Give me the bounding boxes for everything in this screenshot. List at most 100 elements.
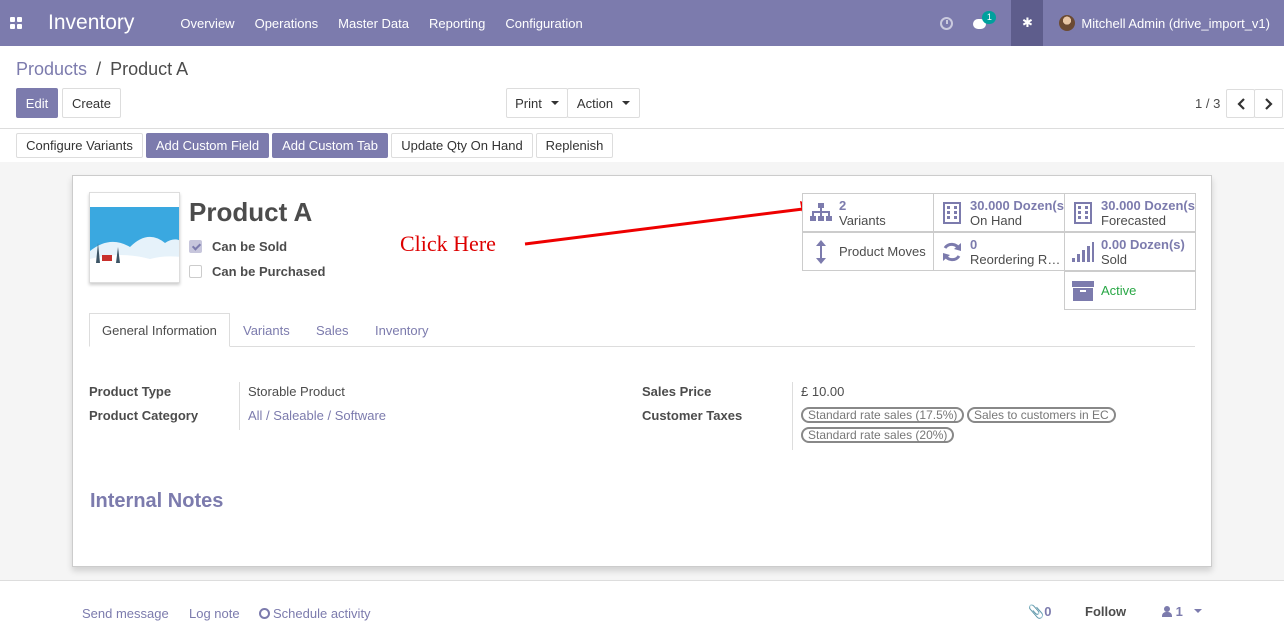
add-custom-field-button[interactable]: Add Custom Field	[146, 133, 269, 158]
product-name[interactable]: Product A	[189, 197, 312, 228]
configure-variants-button[interactable]: Configure Variants	[16, 133, 143, 158]
can-be-sold-checkbox[interactable]	[189, 240, 202, 253]
on-hand-smart-button[interactable]: 30.000 Dozen(s) On Hand	[933, 193, 1065, 232]
app-title[interactable]: Inventory	[48, 11, 134, 35]
bug-icon: ✱	[1021, 15, 1033, 30]
log-note-button[interactable]: Log note	[189, 606, 240, 621]
can-be-purchased-checkbox[interactable]	[189, 265, 202, 278]
annotation-arrow-icon	[524, 201, 819, 246]
followers-button[interactable]: 1	[1162, 604, 1203, 619]
menu-reporting[interactable]: Reporting	[429, 16, 485, 31]
tab-variants[interactable]: Variants	[243, 313, 290, 347]
product-image[interactable]	[89, 192, 180, 283]
menu-master-data[interactable]: Master Data	[338, 16, 409, 31]
variants-label: Variants	[839, 212, 886, 228]
active-toggle-button[interactable]: Active	[1064, 271, 1196, 310]
breadcrumb-current: Product A	[110, 59, 189, 79]
send-message-button[interactable]: Send message	[82, 606, 169, 621]
on-hand-label: On Hand	[970, 212, 1023, 228]
tax-tag[interactable]: Standard rate sales (17.5%)	[801, 407, 965, 423]
edit-button[interactable]: Edit	[16, 88, 58, 118]
tab-general-information[interactable]: General Information	[89, 313, 230, 347]
sold-smart-button[interactable]: 0.00 Dozen(s) Sold	[1064, 232, 1196, 271]
on-hand-unit: Dozen(s)	[1013, 197, 1064, 213]
sold-value: 0.00	[1101, 236, 1127, 252]
reordering-count: 0	[970, 236, 978, 252]
clock-icon	[259, 608, 270, 619]
schedule-activity-label: Schedule activity	[273, 606, 371, 621]
variants-count: 2	[839, 197, 847, 213]
on-hand-value: 30.000	[970, 197, 1010, 213]
top-navbar: Inventory Overview Operations Master Dat…	[0, 0, 1284, 46]
product-category-link[interactable]: All / Saleable / Software	[248, 408, 386, 423]
tab-sales[interactable]: Sales	[316, 313, 349, 347]
sold-label: Sold	[1101, 251, 1128, 267]
sales-price-field[interactable]: £ 10.00	[801, 384, 844, 399]
action-label: Action	[576, 95, 614, 111]
chevron-down-icon	[550, 101, 559, 105]
action-dropdown[interactable]: Action	[567, 88, 640, 118]
divider	[0, 580, 1284, 581]
divider	[0, 128, 1284, 129]
arrows-vertical-icon	[803, 239, 839, 264]
forecasted-smart-button[interactable]: 30.000 Dozen(s) Forecasted	[1064, 193, 1196, 232]
product-category-label: Product Category	[89, 408, 199, 423]
can-be-purchased-label: Can be Purchased	[212, 264, 326, 279]
reordering-rules-smart-button[interactable]: 0 Reordering Rules	[933, 232, 1065, 271]
follow-button[interactable]: Follow	[1085, 604, 1126, 619]
menu-operations[interactable]: Operations	[255, 16, 319, 31]
add-custom-tab-button[interactable]: Add Custom Tab	[272, 133, 388, 158]
can-be-sold-row: Can be Sold	[189, 239, 287, 254]
building-icon	[934, 201, 970, 224]
attachments-count: 0	[1044, 604, 1052, 619]
replenish-button[interactable]: Replenish	[536, 133, 613, 158]
print-dropdown[interactable]: Print	[506, 88, 568, 118]
user-menu[interactable]: Mitchell Admin (drive_import_v1)	[1081, 16, 1270, 31]
form-sheet: Product A Can be Sold Can be Purchased C…	[72, 175, 1212, 567]
can-be-purchased-row: Can be Purchased	[189, 264, 325, 279]
pager-value[interactable]: 1 / 3	[1195, 96, 1220, 111]
chevron-left-icon	[1236, 97, 1245, 110]
update-qty-on-hand-button[interactable]: Update Qty On Hand	[391, 133, 533, 158]
archive-icon	[1065, 280, 1101, 301]
attachments-button[interactable]: 📎0	[1028, 604, 1051, 620]
sitemap-icon	[803, 202, 839, 223]
tab-inventory[interactable]: Inventory	[375, 313, 428, 347]
field-separator	[239, 382, 240, 430]
field-separator	[792, 382, 793, 450]
messages-icon[interactable]: 1	[973, 11, 997, 29]
menu-overview[interactable]: Overview	[180, 16, 234, 31]
apps-menu-icon[interactable]	[0, 0, 32, 46]
chevron-right-icon	[1264, 97, 1273, 110]
product-moves-smart-button[interactable]: Product Moves	[802, 232, 934, 271]
create-button[interactable]: Create	[62, 88, 121, 118]
menu-configuration[interactable]: Configuration	[505, 16, 582, 31]
forecasted-unit: Dozen(s)	[1144, 197, 1195, 213]
breadcrumb-products[interactable]: Products	[16, 59, 87, 79]
pager-next-button[interactable]	[1254, 89, 1283, 118]
breadcrumb: Products / Product A	[16, 59, 188, 80]
print-label: Print	[515, 95, 542, 111]
activity-clock-icon[interactable]	[940, 16, 954, 30]
product-type-field[interactable]: Storable Product	[248, 384, 345, 399]
avatar[interactable]	[1059, 15, 1076, 31]
signal-chart-icon	[1065, 241, 1101, 262]
chevron-down-icon	[622, 101, 631, 105]
tax-tag[interactable]: Standard rate sales (20%)	[801, 427, 955, 443]
breadcrumb-separator: /	[96, 59, 102, 79]
debug-button[interactable]: ✱	[1011, 0, 1044, 46]
sold-unit: Dozen(s)	[1129, 236, 1185, 252]
forecasted-value: 30.000	[1101, 197, 1141, 213]
building-icon	[1065, 201, 1101, 224]
refresh-icon	[934, 241, 970, 263]
tax-tag[interactable]: Sales to customers in EC	[967, 407, 1116, 423]
product-type-label: Product Type	[89, 384, 172, 399]
messages-badge: 1	[982, 11, 997, 24]
pager-previous-button[interactable]	[1226, 89, 1255, 118]
internal-notes-heading: Internal Notes	[90, 490, 224, 512]
schedule-activity-button[interactable]: Schedule activity	[259, 606, 371, 621]
user-icon	[1162, 606, 1172, 617]
sales-price-label: Sales Price	[642, 384, 712, 399]
variants-smart-button[interactable]: 2 Variants	[802, 193, 934, 232]
customer-taxes-label: Customer Taxes	[642, 408, 743, 423]
